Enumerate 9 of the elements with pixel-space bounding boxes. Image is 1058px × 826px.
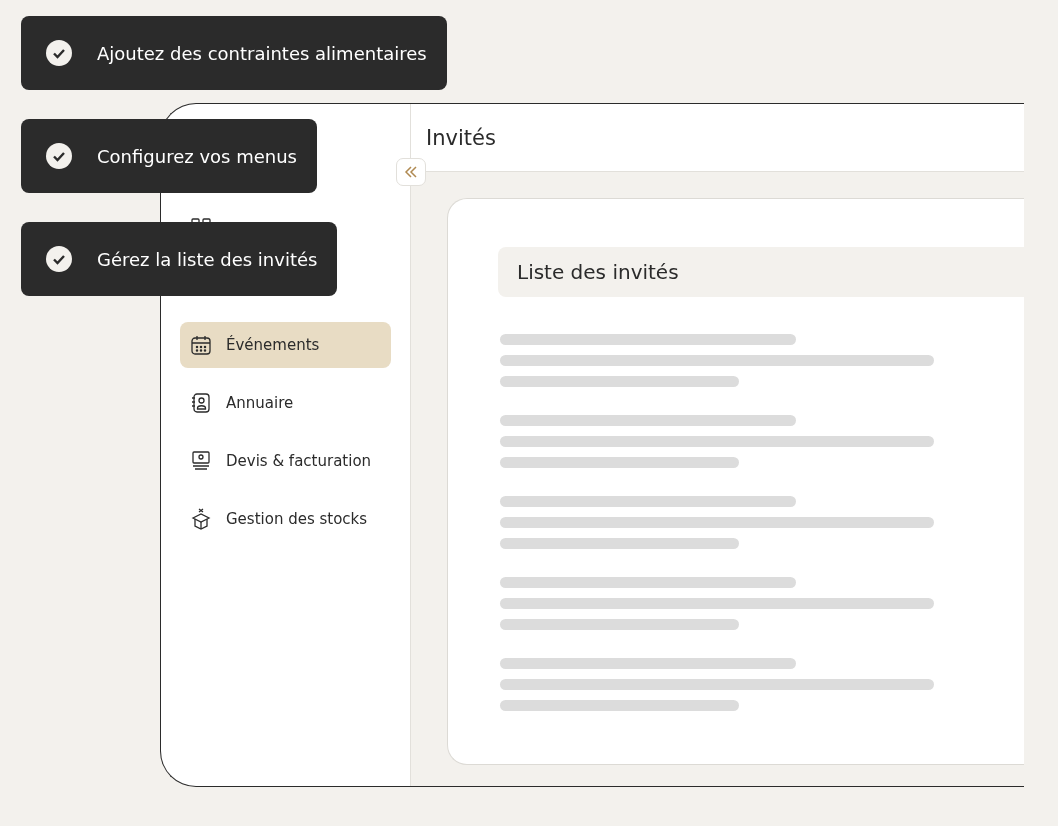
section-title: Liste des invités xyxy=(517,260,679,284)
feature-toast: Ajoutez des contraintes alimentaires xyxy=(21,16,447,90)
sidebar-item[interactable]: Devis & facturation xyxy=(180,438,391,484)
feature-toast: Gérez la liste des invités xyxy=(21,222,338,296)
sidebar-item[interactable]: Annuaire xyxy=(180,380,391,426)
sidebar-item[interactable]: Événements xyxy=(180,322,391,368)
page-title: Invités xyxy=(426,125,496,150)
feature-toast: Configurez vos menus xyxy=(21,119,317,193)
sidebar-item[interactable]: Gestion des stocks xyxy=(180,496,391,542)
